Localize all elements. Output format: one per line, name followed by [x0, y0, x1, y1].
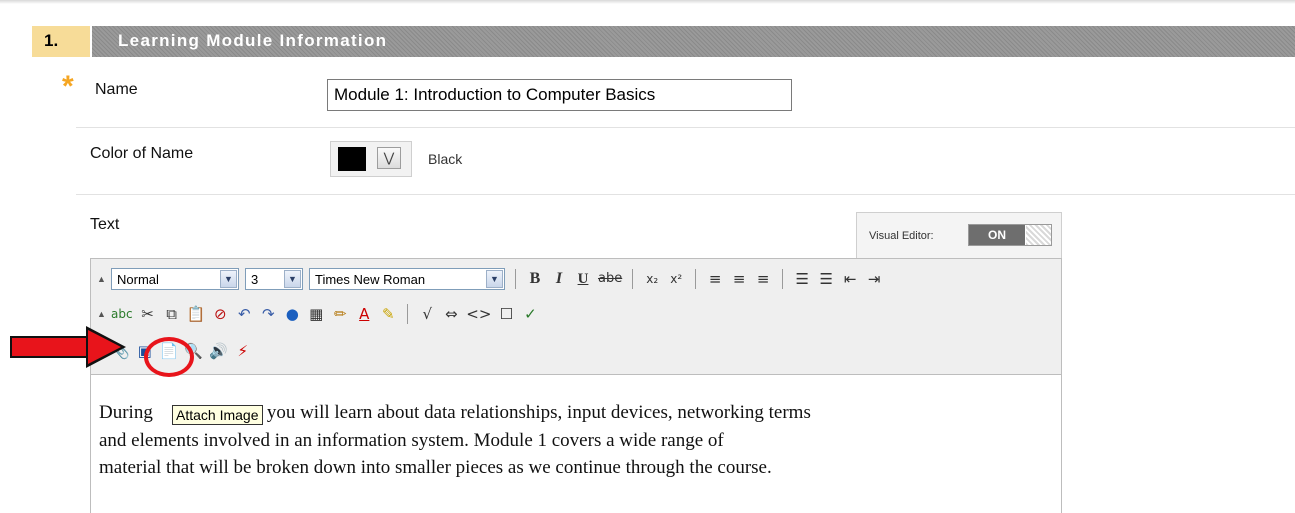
section-number: 1. — [32, 26, 90, 57]
chevron-down-icon[interactable]: ⋁ — [377, 147, 401, 169]
chevron-down-icon[interactable]: ▼ — [486, 270, 503, 288]
toolbar-row-1: ▲ Normal ▼ 3 ▼ Times New Roman ▼ B I U a… — [97, 266, 883, 292]
toolbar-separator — [695, 269, 697, 289]
underline-button[interactable]: U — [574, 269, 592, 289]
table-icon[interactable]: ▦ — [307, 304, 325, 324]
spellcheck-button[interactable]: abc — [111, 304, 133, 324]
font-family-value: Times New Roman — [315, 271, 426, 287]
annotation-arrow — [10, 336, 90, 358]
visual-editor-off[interactable] — [1026, 225, 1051, 245]
fullscreen-icon[interactable]: ☐ — [497, 304, 515, 324]
chevron-down-icon[interactable]: ▼ — [284, 270, 301, 288]
chevron-down-icon[interactable]: ▼ — [220, 270, 237, 288]
format-select-value: Normal — [117, 271, 159, 287]
color-swatch[interactable] — [338, 147, 366, 171]
editor-text: and elements involved in an information … — [99, 429, 724, 451]
math-icon[interactable]: √ — [418, 304, 436, 324]
color-name: Black — [428, 151, 463, 167]
collapse-toolbar-icon[interactable]: ▲ — [97, 309, 106, 319]
copy-icon[interactable]: ⧉ — [163, 304, 181, 324]
text-label: Text — [90, 216, 120, 233]
remove-link-icon[interactable]: ⊘ — [211, 304, 229, 324]
mashup-icon[interactable]: ✓ — [521, 304, 539, 324]
italic-button[interactable]: I — [550, 269, 568, 289]
row-divider — [76, 127, 1295, 128]
required-star-icon: * — [62, 70, 74, 103]
attach-audio-icon[interactable]: 🔊 — [209, 341, 228, 361]
subscript-button[interactable]: x₂ — [643, 269, 661, 289]
editor-text: During — [99, 402, 153, 423]
top-border — [0, 0, 1295, 4]
font-family-select[interactable]: Times New Roman ▼ — [309, 268, 505, 290]
toolbar-separator — [515, 269, 516, 289]
bold-button[interactable]: B — [526, 269, 544, 289]
color-label: Color of Name — [90, 145, 194, 162]
editor-toolbar: ▲ Normal ▼ 3 ▼ Times New Roman ▼ B I U a… — [91, 259, 1061, 375]
visual-editor-panel: Visual Editor: ON — [856, 212, 1062, 260]
text-color-icon[interactable]: A — [355, 304, 373, 324]
name-label: Name — [95, 81, 138, 98]
embed-icon[interactable]: ⇔ — [442, 304, 460, 324]
toolbar-separator — [782, 269, 784, 289]
source-code-icon[interactable]: <> — [466, 304, 491, 324]
text-editor: ▲ Normal ▼ 3 ▼ Times New Roman ▼ B I U a… — [90, 258, 1062, 513]
font-size-value: 3 — [251, 271, 259, 287]
editor-text: material that will be broken down into s… — [99, 457, 772, 478]
numbered-list-icon[interactable]: ☰ — [793, 269, 811, 289]
bullet-list-icon[interactable]: ☰ — [817, 269, 835, 289]
name-input[interactable] — [327, 79, 792, 111]
toolbar-row-2: ▲ abc ✂ ⧉ 📋 ⊘ ↶ ↷ ● ▦ ✏ A ✎ √ ⇔ <> ☐ ✓ — [97, 301, 539, 327]
redo-icon[interactable]: ↷ — [259, 304, 277, 324]
align-center-icon[interactable]: ≡ — [730, 269, 748, 289]
paste-icon[interactable]: 📋 — [187, 304, 206, 324]
align-left-icon[interactable]: ≡ — [706, 269, 724, 289]
font-size-select[interactable]: 3 ▼ — [245, 268, 303, 290]
toolbar-separator — [407, 304, 409, 324]
indent-icon[interactable]: ⇥ — [865, 269, 883, 289]
superscript-button[interactable]: x² — [667, 269, 685, 289]
align-right-icon[interactable]: ≡ — [754, 269, 772, 289]
section-title: Learning Module Information — [118, 31, 388, 50]
annotation-arrow-head-fill — [88, 330, 121, 364]
visual-editor-on[interactable]: ON — [969, 225, 1025, 245]
editor-text: you will learn about data relationships,… — [266, 402, 811, 423]
toolbar-separator — [632, 269, 634, 289]
row-divider — [76, 194, 1295, 195]
strikethrough-button[interactable]: abe — [598, 269, 622, 289]
cut-icon[interactable]: ✂ — [139, 304, 157, 324]
pencil-icon[interactable]: ✏ — [331, 304, 349, 324]
visual-editor-label: Visual Editor: — [869, 230, 934, 242]
annotation-circle — [144, 337, 194, 377]
attach-flash-icon[interactable]: ⚡ — [234, 341, 252, 361]
format-select[interactable]: Normal ▼ — [111, 268, 239, 290]
globe-icon[interactable]: ● — [283, 304, 301, 324]
tooltip: Attach Image — [172, 405, 263, 425]
collapse-toolbar-icon[interactable]: ▲ — [97, 274, 106, 284]
undo-icon[interactable]: ↶ — [235, 304, 253, 324]
outdent-icon[interactable]: ⇤ — [841, 269, 859, 289]
color-picker[interactable]: ⋁ — [330, 141, 412, 177]
highlight-icon[interactable]: ✎ — [379, 304, 397, 324]
visual-editor-toggle[interactable]: ON — [968, 224, 1052, 246]
